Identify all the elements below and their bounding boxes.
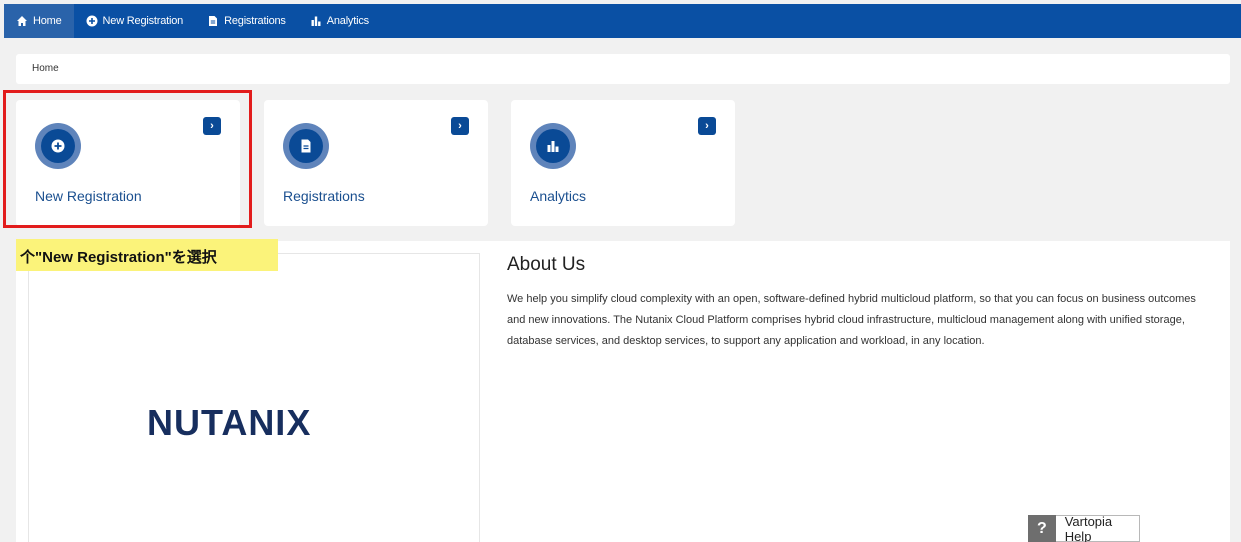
nav-item-label: New Registration [102, 15, 184, 27]
chevron-right-icon[interactable]: › [698, 117, 716, 135]
nav-item-new-registration[interactable]: New Registration [74, 4, 196, 38]
nav-item-label: Analytics [326, 15, 369, 27]
nav-item-home[interactable]: Home [4, 4, 74, 38]
nav-item-label: Registrations [224, 15, 286, 27]
bar-chart-icon [310, 15, 322, 27]
page: Home New Registration Registrations Anal… [0, 0, 1241, 542]
nav-item-label: Home [33, 15, 62, 27]
document-icon [283, 123, 329, 169]
question-icon: ? [1028, 515, 1056, 542]
home-icon [16, 15, 28, 27]
card-label: Registrations [283, 188, 365, 204]
nav-item-analytics[interactable]: Analytics [298, 4, 381, 38]
nav-item-registrations[interactable]: Registrations [195, 4, 298, 38]
top-nav: Home New Registration Registrations Anal… [4, 4, 1241, 38]
document-icon [207, 15, 219, 27]
breadcrumb-current: Home [32, 63, 59, 74]
bar-chart-icon [530, 123, 576, 169]
help-button[interactable]: ? Vartopia Help [1028, 513, 1140, 542]
about-title: About Us [507, 254, 586, 275]
highlight-box [3, 90, 252, 228]
help-label: Vartopia Help [1064, 513, 1113, 542]
breadcrumb: Home [16, 54, 1230, 84]
card-analytics[interactable]: › Analytics [511, 100, 735, 226]
card-registrations[interactable]: › Registrations [264, 100, 488, 226]
plus-circle-icon [86, 15, 98, 27]
card-label: Analytics [530, 188, 587, 204]
logo-panel [28, 253, 480, 542]
annotation-note: 个"New Registration"を選択 [16, 239, 278, 271]
nutanix-logo: NUTANIX [147, 402, 312, 443]
chevron-right-icon[interactable]: › [451, 117, 469, 135]
about-body: We help you simplify cloud complexity wi… [507, 293, 1196, 347]
